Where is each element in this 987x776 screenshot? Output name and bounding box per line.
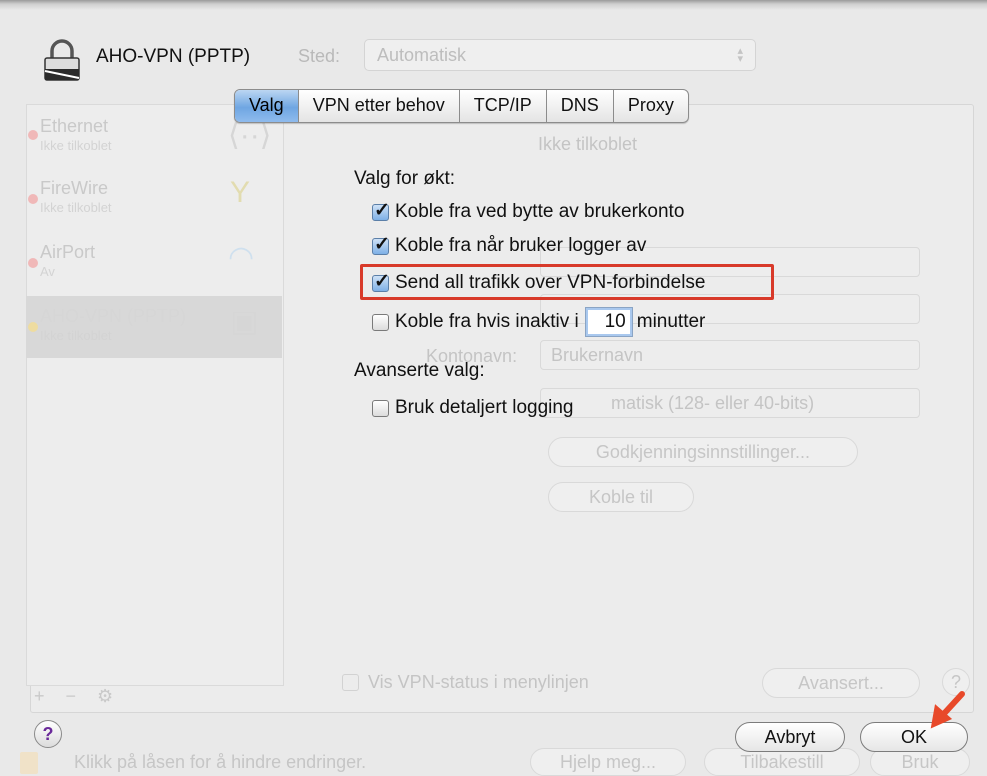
option-label: Koble fra ved bytte av brukerkonto — [395, 201, 685, 222]
show-vpn-status-label: Vis VPN-status i menylinjen — [368, 672, 589, 692]
advanced-options-heading: Avanserte valg: — [354, 360, 485, 381]
checkbox[interactable] — [372, 313, 389, 331]
option-disconnect-logout[interactable]: ✓ Koble fra når bruker logger av — [372, 231, 646, 261]
minutes-label: minutter — [636, 311, 706, 332]
tab-bar: Valg VPN etter behov TCP/IP DNS Proxy — [234, 89, 689, 123]
pointer-arrow-icon — [930, 691, 965, 729]
highlight-box — [360, 264, 774, 300]
lock-hint-text: Klikk på låsen for å hindre endringer. — [74, 752, 367, 772]
location-label: Sted: — [298, 46, 341, 66]
advanced-button[interactable]: Avansert... — [762, 668, 920, 698]
location-value: Automatisk — [377, 45, 467, 65]
encryption-value: matisk (128- eller 40-bits) — [611, 393, 815, 413]
window-top-shadow — [0, 0, 987, 10]
updown-chevron-icon: ▴ ▾ — [737, 45, 743, 65]
option-disconnect-user-switch[interactable]: ✓ Koble fra ved bytte av brukerkonto — [372, 197, 684, 227]
service-item-airport[interactable]: AirPort Av — [40, 242, 95, 279]
auth-settings-button[interactable]: Godkjenningsinnstillinger... — [548, 437, 858, 467]
status-dot-icon — [28, 194, 38, 204]
status-dot-icon — [28, 130, 38, 140]
tab-vpn-on-demand[interactable]: VPN etter behov — [299, 90, 460, 122]
show-vpn-status-checkbox[interactable] — [342, 674, 359, 691]
lock-icon[interactable] — [40, 38, 84, 82]
idle-minutes-input[interactable]: 10 — [584, 307, 633, 337]
cancel-button[interactable]: Avbryt — [735, 722, 845, 752]
checkbox[interactable] — [372, 399, 389, 417]
checkbox[interactable]: ✓ — [372, 200, 390, 221]
status-dot-icon — [28, 322, 38, 332]
option-label: Koble fra hvis inaktiv i — [395, 311, 579, 332]
wifi-icon: ◠ — [228, 241, 255, 274]
service-item-vpn[interactable]: AHO-VPN (PPTP) Ikke tilkoblet — [40, 306, 186, 343]
assist-button[interactable]: Hjelp meg... — [530, 748, 686, 776]
service-item-firewire[interactable]: FireWire Ikke tilkoblet — [40, 178, 112, 215]
help-button[interactable]: ? — [34, 720, 62, 748]
service-list-controls[interactable]: + − ⚙ — [34, 686, 121, 707]
checkbox[interactable]: ✓ — [372, 234, 390, 255]
location-select[interactable]: Automatisk ▴ ▾ — [364, 39, 756, 71]
option-label: Koble fra når bruker logger av — [395, 235, 647, 256]
vpn-lock-icon: ▣ — [230, 305, 259, 338]
tab-tcp-ip[interactable]: TCP/IP — [460, 90, 547, 122]
tab-valg[interactable]: Valg — [235, 90, 299, 122]
service-item-ethernet[interactable]: Ethernet Ikke tilkoblet — [40, 116, 112, 153]
tab-dns[interactable]: DNS — [547, 90, 614, 122]
connection-name: AHO-VPN (PPTP) — [96, 46, 251, 67]
account-name-field[interactable]: Brukernavn — [540, 340, 920, 370]
footer-lock-icon[interactable] — [20, 752, 38, 774]
option-disconnect-idle[interactable]: Koble fra hvis inaktiv i 10 minutter — [372, 307, 705, 337]
apply-button[interactable]: Bruk — [870, 748, 970, 776]
status-value: Ikke tilkoblet — [538, 134, 638, 154]
revert-button[interactable]: Tilbakestill — [704, 748, 860, 776]
firewire-icon: Y — [230, 176, 251, 209]
ethernet-icon: ⟨··⟩ — [228, 119, 272, 152]
encryption-select[interactable]: matisk (128- eller 40-bits) — [540, 388, 920, 418]
option-detailed-logging[interactable]: Bruk detaljert logging — [372, 393, 574, 423]
status-dot-icon — [28, 258, 38, 268]
tab-proxy[interactable]: Proxy — [614, 90, 688, 122]
session-options-heading: Valg for økt: — [354, 168, 456, 189]
account-placeholder: Brukernavn — [551, 345, 644, 365]
connect-button[interactable]: Koble til — [548, 482, 694, 512]
option-label: Bruk detaljert logging — [395, 397, 574, 418]
